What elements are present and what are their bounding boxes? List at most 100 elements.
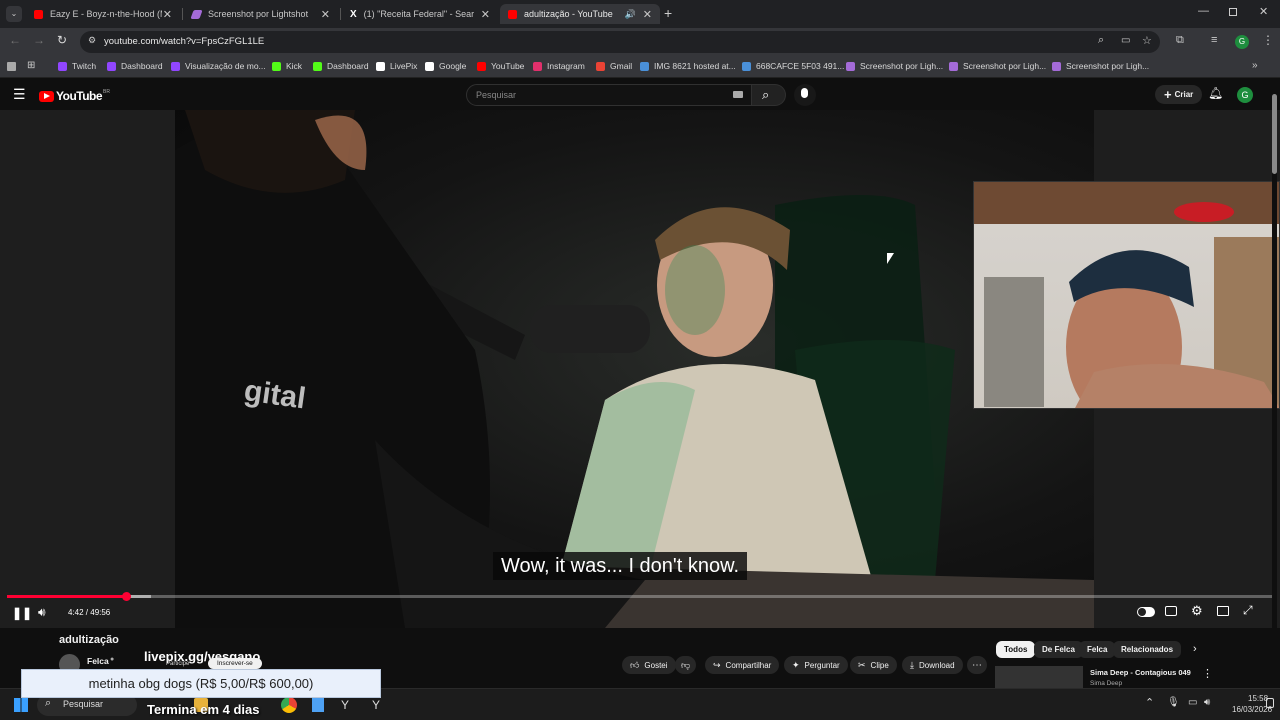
scrubber-handle[interactable] bbox=[122, 592, 131, 601]
more-actions-button[interactable]: ⋯ bbox=[967, 656, 987, 674]
browser-menu-icon[interactable]: ⋮ bbox=[1262, 33, 1274, 47]
join-button[interactable]: Participe bbox=[166, 661, 189, 667]
close-tab-icon[interactable]: ✕ bbox=[163, 8, 172, 21]
reload-icon[interactable]: ↻ bbox=[57, 33, 67, 47]
theater-mode-icon[interactable] bbox=[1217, 606, 1229, 616]
address-bar[interactable]: ⚙ youtube.com/watch?v=FpsCzFGL1LE ⌕ ▭ ☆ bbox=[80, 31, 1160, 53]
close-window-icon[interactable]: ✕ bbox=[1259, 5, 1268, 18]
bookmark-item[interactable]: LivePix bbox=[376, 61, 417, 71]
time-display: 4:42 / 49:56 bbox=[68, 608, 111, 617]
bookmark-item[interactable]: YouTube bbox=[477, 61, 524, 71]
browser-tab-3[interactable]: X (1) "Receita Federal" - Search / ✕ bbox=[342, 4, 498, 24]
network-tray-icon[interactable]: ▭ bbox=[1188, 697, 1197, 708]
browser-tab-2[interactable]: Screenshot por Lightshot ✕ bbox=[184, 4, 338, 24]
browser-tab-active[interactable]: adultização - YouTube 🔊 ✕ bbox=[500, 4, 660, 24]
more-bookmarks-icon[interactable]: » bbox=[1252, 60, 1258, 71]
bookmark-item[interactable]: Screenshot por Ligh... bbox=[846, 61, 943, 71]
chips-next-icon[interactable]: › bbox=[1193, 643, 1197, 655]
dislike-button[interactable]: 👎︎ bbox=[675, 656, 697, 674]
recommended-thumbnail[interactable] bbox=[995, 666, 1083, 688]
volume-icon[interactable]: 🔊︎ bbox=[38, 605, 46, 620]
ask-button[interactable]: ✦ Perguntar bbox=[784, 656, 848, 674]
chip-from-felca[interactable]: De Felca bbox=[1034, 641, 1083, 658]
channel-name[interactable]: Felca bbox=[87, 656, 109, 666]
mouse-cursor-icon bbox=[887, 253, 894, 264]
bookmark-favicon-icon bbox=[846, 61, 855, 71]
reading-list-icon[interactable]: ≡ bbox=[1211, 34, 1217, 46]
page-scrollbar[interactable] bbox=[1272, 88, 1277, 688]
notifications-tray-icon[interactable] bbox=[1266, 698, 1274, 708]
bookmark-item[interactable]: Twitch bbox=[58, 61, 96, 71]
bookmark-item[interactable]: IMG 8621 hosted at... bbox=[640, 61, 736, 71]
download-button[interactable]: ⤓ Download bbox=[902, 656, 963, 674]
video-progress-bar[interactable] bbox=[7, 592, 1273, 601]
extensions-icon[interactable]: ⧉ bbox=[1176, 34, 1184, 47]
recommended-menu-icon[interactable]: ⋮ bbox=[1202, 667, 1213, 680]
autoplay-toggle[interactable] bbox=[1137, 607, 1155, 617]
notifications-bell-icon[interactable]: 🔔︎ bbox=[1208, 86, 1223, 100]
tab-search-button[interactable]: ⌄ bbox=[6, 6, 22, 22]
close-tab-icon[interactable]: ✕ bbox=[481, 8, 490, 21]
fullscreen-icon[interactable]: ⤢ bbox=[1243, 603, 1253, 618]
like-button[interactable]: 👍︎ Gostei bbox=[622, 656, 676, 674]
profile-avatar[interactable]: G bbox=[1235, 35, 1249, 49]
bookmark-item[interactable]: Screenshot por Ligh... bbox=[1052, 61, 1149, 71]
apps-icon[interactable]: ⊞ bbox=[27, 60, 35, 71]
audio-playing-icon[interactable]: 🔊 bbox=[625, 9, 636, 20]
tab-title: Eazy E - Boyz-n-the-Hood (Mu bbox=[50, 9, 162, 19]
bookmark-item[interactable]: Screenshot por Ligh... bbox=[949, 61, 1046, 71]
restore-window-icon[interactable] bbox=[1229, 8, 1237, 16]
recommended-channel[interactable]: Sima Deep bbox=[1090, 680, 1122, 687]
share-button[interactable]: ↪ Compartilhar bbox=[705, 656, 780, 674]
recommended-title[interactable]: Sima Deep - Contagious 049 bbox=[1090, 668, 1191, 677]
clip-button[interactable]: ✂ Clipe bbox=[850, 656, 897, 674]
keyboard-icon[interactable] bbox=[733, 91, 743, 98]
bookmark-item[interactable]: Kick bbox=[272, 61, 302, 71]
search-button[interactable]: ⌕ bbox=[752, 84, 786, 106]
close-tab-icon[interactable]: ✕ bbox=[321, 8, 330, 21]
bookmark-item[interactable]: Dashboard bbox=[313, 61, 369, 71]
new-tab-button[interactable]: + bbox=[664, 5, 672, 21]
chip-felca[interactable]: Felca bbox=[1079, 641, 1116, 658]
taskbar-app-icon[interactable]: Y bbox=[341, 698, 349, 712]
bookmark-item[interactable]: Google bbox=[425, 61, 466, 71]
minimize-window-icon[interactable]: — bbox=[1198, 5, 1209, 17]
cast-icon[interactable]: ▭ bbox=[1121, 35, 1130, 46]
voice-search-button[interactable] bbox=[794, 84, 816, 106]
bookmark-item[interactable]: 668CAFCE 5F03 491... bbox=[742, 61, 844, 71]
subscribe-button[interactable]: Inscrever-se bbox=[208, 658, 262, 669]
account-avatar[interactable]: G bbox=[1237, 87, 1253, 103]
settings-gear-icon[interactable]: ⚙ bbox=[1191, 603, 1203, 619]
microphone-tray-icon[interactable]: 🎙︎ bbox=[1167, 697, 1180, 708]
create-button[interactable]: + Criar bbox=[1155, 85, 1203, 104]
bookmark-item[interactable]: Gmail bbox=[596, 61, 632, 71]
bookmark-item[interactable]: Visualização de mo... bbox=[171, 61, 266, 71]
taskbar-app-icon[interactable]: Y bbox=[372, 698, 380, 712]
search-placeholder: Pesquisar bbox=[476, 90, 517, 100]
forward-icon[interactable]: → bbox=[33, 33, 45, 47]
bookmark-star-icon[interactable]: ☆ bbox=[1142, 34, 1152, 47]
search-input[interactable]: Pesquisar bbox=[466, 84, 752, 106]
browser-tab-1[interactable]: Eazy E - Boyz-n-the-Hood (Mu ✕ bbox=[26, 4, 180, 24]
hamburger-menu-icon[interactable]: ☰ bbox=[13, 86, 26, 103]
grid-apps-icon[interactable] bbox=[7, 62, 16, 71]
close-tab-icon[interactable]: ✕ bbox=[643, 8, 652, 21]
video-scene: gital bbox=[175, 110, 1094, 628]
back-icon[interactable]: ← bbox=[9, 33, 21, 47]
bookmark-label: Twitch bbox=[72, 61, 97, 71]
chrome-taskbar-icon[interactable] bbox=[281, 697, 297, 713]
video-frame[interactable]: gital bbox=[175, 110, 1094, 628]
taskbar-app-icon[interactable] bbox=[312, 698, 324, 712]
site-info-icon[interactable]: ⚙ bbox=[88, 35, 96, 46]
chip-all[interactable]: Todos bbox=[996, 641, 1036, 658]
windows-start-icon[interactable] bbox=[14, 698, 28, 712]
subtitles-icon[interactable] bbox=[1165, 606, 1177, 616]
chip-related[interactable]: Relacionados bbox=[1113, 641, 1182, 658]
youtube-logo[interactable]: YouTube BR bbox=[39, 89, 110, 103]
volume-tray-icon[interactable]: 🔊︎ bbox=[1204, 697, 1210, 708]
bookmark-item[interactable]: Instagram bbox=[533, 61, 585, 71]
bookmark-item[interactable]: Dashboard bbox=[107, 61, 163, 71]
zoom-icon[interactable]: ⌕ bbox=[1098, 34, 1104, 47]
pause-icon[interactable]: ❚❚ bbox=[12, 606, 32, 620]
system-tray-chevron-icon[interactable]: ⌃ bbox=[1145, 696, 1154, 709]
